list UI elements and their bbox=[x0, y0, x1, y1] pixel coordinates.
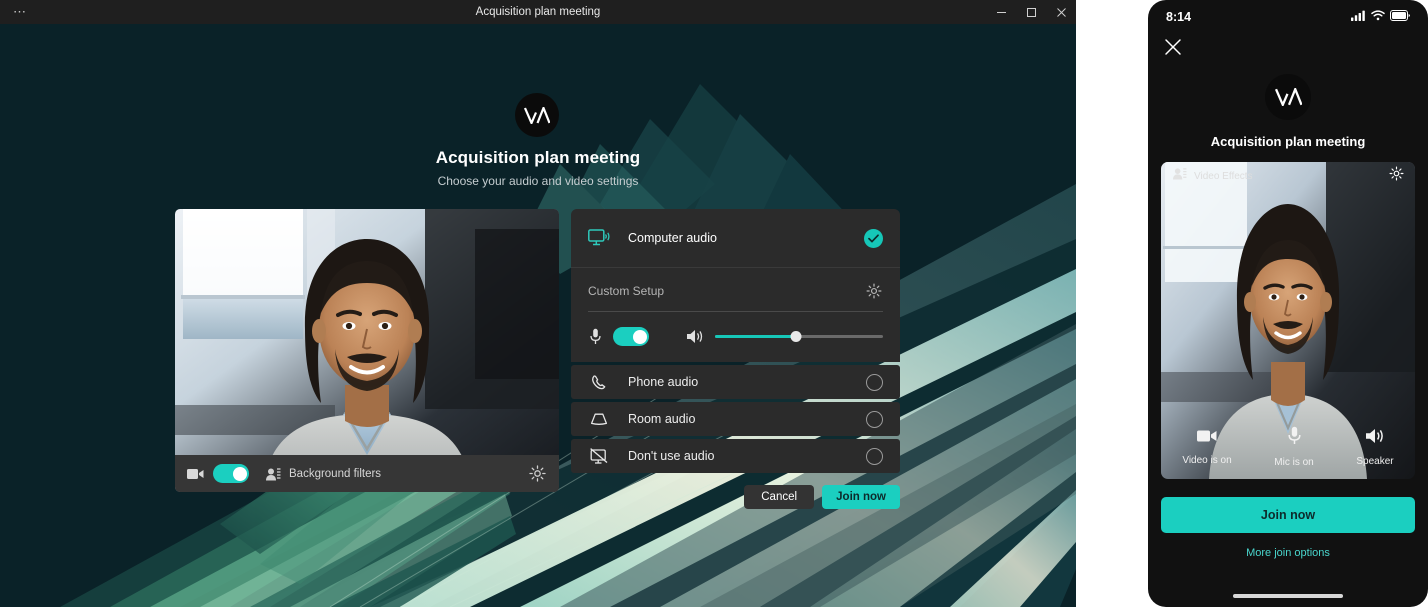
audio-option-label: Don't use audio bbox=[628, 449, 866, 463]
camera-icon bbox=[187, 465, 205, 483]
status-time: 8:14 bbox=[1166, 10, 1191, 24]
meeting-avatar bbox=[515, 93, 559, 137]
mobile-close-button[interactable] bbox=[1148, 34, 1428, 61]
mobile-status-bar: 8:14 bbox=[1148, 0, 1428, 34]
slider-thumb[interactable] bbox=[790, 331, 801, 342]
custom-setup-label: Custom Setup bbox=[588, 284, 866, 298]
check-icon bbox=[864, 229, 883, 248]
status-icons bbox=[1351, 8, 1410, 26]
mobile-control-label: Video is on bbox=[1182, 455, 1231, 466]
mobile-more-join-options-link[interactable]: More join options bbox=[1148, 547, 1428, 559]
minimize-icon[interactable] bbox=[986, 0, 1016, 24]
cancel-button[interactable]: Cancel bbox=[744, 485, 814, 509]
audio-option-label: Room audio bbox=[628, 412, 866, 426]
mobile-control-video-is-on[interactable]: Video is on bbox=[1182, 429, 1231, 466]
mobile-control-label: Speaker bbox=[1356, 456, 1393, 467]
audio-options-panel: Computer audio Custom Setup bbox=[571, 209, 900, 473]
maximize-icon[interactable] bbox=[1016, 0, 1046, 24]
mobile-phone-mockup: 8:14 bbox=[1148, 0, 1428, 607]
mobile-meeting-title: Acquisition plan meeting bbox=[1148, 134, 1428, 149]
mobile-control-speaker[interactable]: Speaker bbox=[1356, 428, 1393, 467]
audio-option-don-t-use-audio[interactable]: Don't use audio bbox=[571, 439, 900, 473]
camera-icon bbox=[1197, 429, 1217, 448]
no-audio-icon bbox=[588, 445, 610, 467]
page-subtitle: Choose your audio and video settings bbox=[0, 174, 1076, 188]
overflow-menu-icon[interactable]: ⋯ bbox=[0, 0, 40, 24]
mobile-video-preview[interactable]: Video Effects Video is on Mic is on Speake… bbox=[1161, 162, 1415, 479]
background-filters-label: Background filters bbox=[289, 468, 381, 480]
gear-icon[interactable] bbox=[866, 282, 883, 299]
battery-icon bbox=[1390, 8, 1410, 26]
close-icon[interactable] bbox=[1046, 0, 1076, 24]
audio-controls-row bbox=[588, 327, 883, 346]
mobile-join-now-button[interactable]: Join now bbox=[1161, 497, 1415, 533]
custom-setup-header: Custom Setup bbox=[588, 282, 883, 299]
camera-toggle[interactable] bbox=[213, 464, 249, 483]
microphone-icon bbox=[588, 328, 603, 346]
microphone-icon bbox=[1288, 426, 1301, 450]
join-now-button[interactable]: Join now bbox=[822, 485, 900, 509]
room-audio-icon bbox=[588, 408, 610, 430]
radio-button[interactable] bbox=[866, 374, 883, 391]
slider-fill bbox=[715, 335, 796, 338]
audio-option-room-audio[interactable]: Room audio bbox=[571, 402, 900, 436]
gear-icon[interactable] bbox=[529, 465, 547, 483]
home-indicator bbox=[1233, 594, 1343, 598]
video-effects-icon[interactable] bbox=[1172, 167, 1187, 185]
dialog-actions: Cancel Join now bbox=[571, 485, 900, 509]
window-title: Acquisition plan meeting bbox=[0, 6, 1076, 18]
computer-audio-label: Computer audio bbox=[628, 231, 864, 245]
mobile-video-effects-bar: Video Effects bbox=[1161, 162, 1415, 190]
speaker-icon bbox=[1365, 428, 1385, 449]
divider bbox=[588, 311, 883, 312]
volume-slider[interactable] bbox=[715, 330, 883, 344]
toggle-knob bbox=[633, 330, 647, 344]
mobile-video-effects-label: Video Effects bbox=[1194, 171, 1253, 182]
speaker-icon bbox=[686, 329, 704, 345]
mobile-meeting-avatar bbox=[1265, 74, 1311, 120]
background-effects-icon bbox=[265, 466, 281, 482]
mobile-control-mic-is-on[interactable]: Mic is on bbox=[1274, 426, 1313, 468]
video-preview-toolbar: Background filters bbox=[175, 455, 559, 492]
teams-desktop-window: ⋯ Acquisition plan meeting bbox=[0, 0, 1076, 607]
computer-audio-card: Computer audio Custom Setup bbox=[571, 209, 900, 362]
radio-button[interactable] bbox=[866, 448, 883, 465]
prejoin-content: Acquisition plan meeting Choose your aud… bbox=[0, 24, 1076, 607]
gear-icon[interactable] bbox=[1389, 166, 1404, 186]
radio-button[interactable] bbox=[866, 411, 883, 428]
audio-option-phone-audio[interactable]: Phone audio bbox=[571, 365, 900, 399]
toggle-knob bbox=[233, 467, 247, 481]
custom-setup-section: Custom Setup bbox=[571, 268, 900, 362]
cellular-signal-icon bbox=[1351, 8, 1366, 26]
audio-option-label: Phone audio bbox=[628, 375, 866, 389]
mobile-control-label: Mic is on bbox=[1274, 457, 1313, 468]
video-preview[interactable]: Background filters bbox=[175, 209, 559, 492]
window-controls bbox=[986, 0, 1076, 24]
mobile-media-controls: Video is on Mic is on Speaker bbox=[1161, 415, 1415, 479]
window-titlebar: ⋯ Acquisition plan meeting bbox=[0, 0, 1076, 24]
phone-icon bbox=[588, 371, 610, 393]
page-title: Acquisition plan meeting bbox=[0, 148, 1076, 168]
wifi-icon bbox=[1371, 8, 1385, 26]
computer-audio-icon bbox=[588, 227, 610, 249]
audio-options-list: Phone audio Room audio Don't use audio bbox=[571, 365, 900, 473]
audio-option-computer-audio[interactable]: Computer audio bbox=[571, 209, 900, 268]
self-video-feed bbox=[175, 209, 559, 492]
microphone-toggle[interactable] bbox=[613, 327, 649, 346]
screenshot-stage: ⋯ Acquisition plan meeting bbox=[0, 0, 1428, 607]
